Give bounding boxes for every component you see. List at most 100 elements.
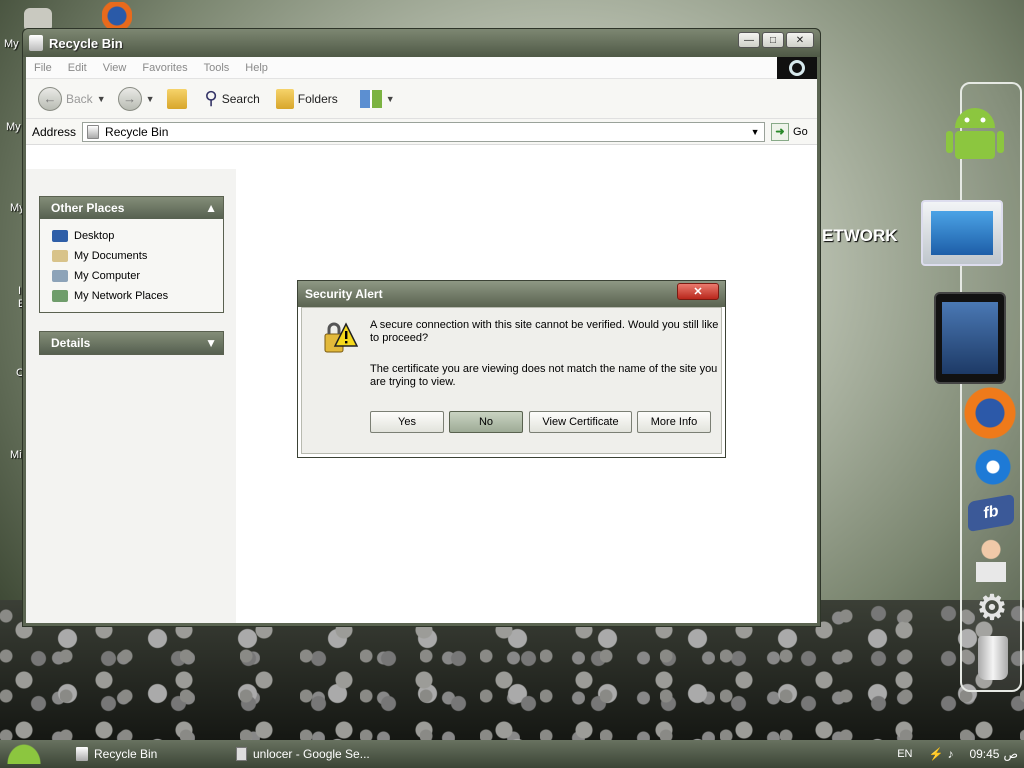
address-label: Address [32,124,77,139]
menu-bar: File Edit View Favorites Tools Help [26,57,817,79]
back-label: Back [66,91,93,106]
more-info-button[interactable]: More Info [637,411,711,433]
desktop-icon [52,230,68,242]
menu-tools[interactable]: Tools [204,62,230,74]
menu-file[interactable]: File [34,62,52,74]
tray-icons[interactable]: ⚡ ♪ [929,747,954,761]
back-button[interactable]: ← Back ▼ [34,85,110,113]
taskbar-item-recycle-bin[interactable]: Recycle Bin [70,743,230,765]
person-icon [976,538,1006,582]
forward-button[interactable]: → ▼ [114,85,159,113]
place-label: My Network Places [74,290,169,302]
go-arrow-icon: ➜ [771,122,790,141]
network-tray-icon[interactable]: ⚡ [929,747,944,761]
close-icon[interactable]: ✕ [786,32,814,48]
place-label: Desktop [74,230,115,242]
maximize-icon[interactable]: □ [762,32,784,48]
recycle-bin-task-icon [76,747,88,761]
search-icon: ⚲ [204,88,218,108]
dialog-message-secondary: The certificate you are viewing does not… [370,363,718,388]
monitor-screen-icon [931,211,993,255]
forward-arrow-icon: → [117,86,142,111]
language-indicator[interactable]: EN [897,748,912,760]
forward-dropdown-icon[interactable]: ▼ [146,94,155,104]
view-certificate-button[interactable]: View Certificate [529,411,632,433]
window-titlebar[interactable]: Recycle Bin [23,29,820,57]
throbber-icon [789,60,805,76]
taskbar-item-browser[interactable]: unlocer - Google Se... [230,743,400,765]
network-monitor-icon[interactable] [910,188,1014,278]
dialog-body: A secure connection with this site canno… [301,307,722,454]
internet-explorer-icon[interactable] [972,446,1014,488]
ipad-icon[interactable] [934,292,1006,384]
android-icon[interactable] [942,98,1008,168]
address-field[interactable]: Recycle Bin ▼ [82,121,766,142]
task-pane: Other Places ▲ Desktop My Documents My C… [26,169,236,623]
views-dropdown-icon: ▼ [385,93,395,104]
clock-ampm: ص [1003,747,1018,761]
place-my-network[interactable]: My Network Places [52,286,223,306]
my-documents-icon [52,250,68,262]
security-alert-dialog: Security Alert ✕ A secure connection wit… [297,280,726,458]
menu-help[interactable]: Help [245,62,268,74]
app-dock: fb ⚙ [921,82,1022,692]
place-my-computer[interactable]: My Computer [52,266,223,286]
window-title: Recycle Bin [49,35,123,51]
desktop-icon-label[interactable]: Mi [10,449,22,461]
details-title: Details [51,336,91,350]
menu-view[interactable]: View [103,62,127,74]
yes-button[interactable]: Yes [370,411,444,433]
go-button[interactable]: ➜ Go [771,122,808,141]
other-places-list: Desktop My Documents My Computer My Netw… [40,219,223,312]
android-start-icon [7,744,41,764]
start-button[interactable] [0,740,48,768]
facebook-icon[interactable]: fb [968,493,1014,533]
menu-edit[interactable]: Edit [68,62,87,74]
network-background-text: ETWORK [822,226,898,245]
back-dropdown-icon[interactable]: ▼ [97,94,106,104]
support-person-icon[interactable] [972,536,1010,584]
address-value: Recycle Bin [105,124,169,139]
search-button[interactable]: ⚲ Search [201,86,264,111]
trash-can-icon[interactable] [978,636,1008,680]
system-tray: EN ⚡ ♪ 09:45 ص [897,740,1018,768]
minimize-icon[interactable]: — [738,32,760,48]
place-my-documents[interactable]: My Documents [52,246,223,266]
desktop-icon-label[interactable]: My [4,38,19,50]
document-task-icon [236,747,247,761]
expand-chevron-down-icon[interactable]: ▼ [205,336,217,350]
search-label: Search [221,91,260,106]
desktop-icon-firefox[interactable] [102,2,132,30]
folders-label: Folders [297,91,338,106]
ipad-screen-icon [942,302,998,374]
lock-warning-icon [322,320,359,358]
volume-tray-icon[interactable]: ♪ [947,747,953,761]
windows-logo-throbber [777,57,817,79]
details-header[interactable]: Details ▼ [40,332,223,354]
settings-gear-icon[interactable]: ⚙ [974,589,1010,627]
address-dropdown-icon[interactable]: ▼ [748,125,762,139]
recycle-bin-icon [29,35,43,51]
other-places-header[interactable]: Other Places ▲ [40,197,223,219]
folders-button[interactable]: Folders [272,87,342,111]
task-label: unlocer - Google Se... [253,747,370,761]
place-label: My Computer [74,270,141,282]
address-bar: Address Recycle Bin ▼ ➜ Go [26,119,817,145]
firefox-icon[interactable] [963,386,1017,440]
desktop-icon-label[interactable]: I [18,285,21,297]
dialog-titlebar[interactable]: Security Alert [298,281,725,307]
up-folder-icon [166,88,187,109]
dialog-close-icon[interactable]: ✕ [677,283,719,300]
clock[interactable]: 09:45 ص [969,747,1018,761]
place-label: My Documents [74,250,148,262]
no-button[interactable]: No [449,411,523,433]
place-desktop[interactable]: Desktop [52,226,223,246]
collapse-chevron-up-icon[interactable]: ▲ [205,201,217,215]
menu-favorites[interactable]: Favorites [142,62,187,74]
up-folder-button[interactable] [163,87,191,111]
views-button[interactable]: ▼ [356,88,399,110]
monitor-icon [921,200,1003,266]
desktop-icon-label[interactable]: My [6,121,21,133]
my-network-places-icon [52,290,68,302]
other-places-panel: Other Places ▲ Desktop My Documents My C… [39,196,224,313]
